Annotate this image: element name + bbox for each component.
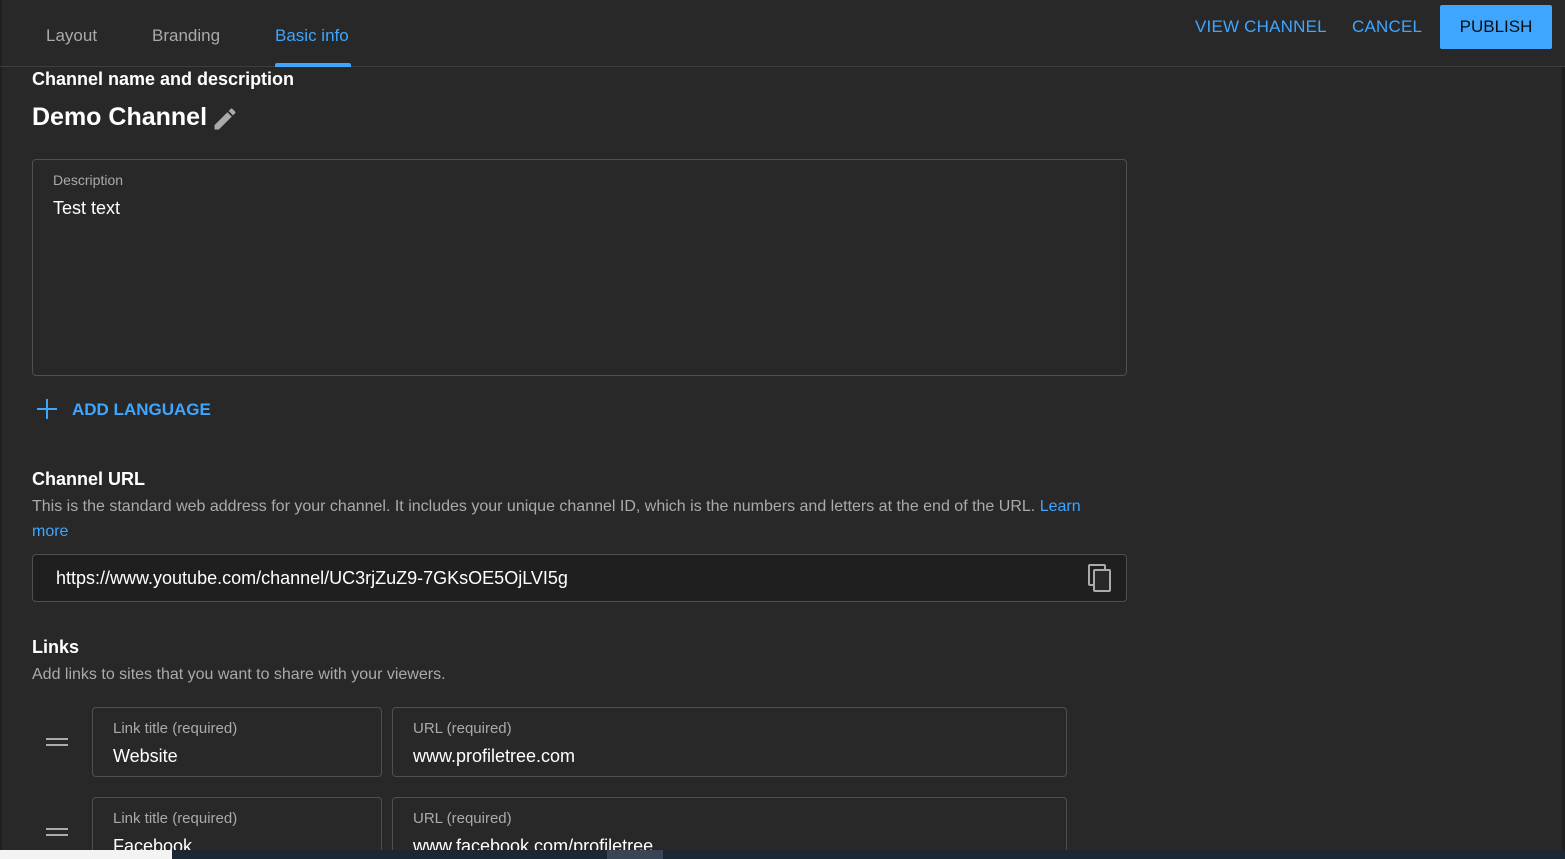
link-title-value[interactable]: Website	[113, 746, 178, 767]
link-title-field[interactable]: Link title (required) Website	[92, 707, 382, 777]
link-title-label: Link title (required)	[113, 810, 238, 827]
add-language-label: ADD LANGUAGE	[72, 400, 211, 419]
os-taskbar	[0, 850, 1565, 859]
description-value[interactable]: Test text	[53, 198, 120, 219]
drag-handle-icon[interactable]	[46, 825, 68, 839]
link-title-label: Link title (required)	[113, 720, 238, 737]
taskbar-search-area	[0, 850, 172, 859]
link-url-value[interactable]: www.profiletree.com	[413, 746, 575, 767]
pencil-icon[interactable]	[211, 105, 239, 133]
tab-layout[interactable]: Layout	[46, 0, 97, 67]
editor-header: Layout Branding Basic info VIEW CHANNEL …	[0, 0, 1565, 67]
tab-branding[interactable]: Branding	[152, 0, 220, 67]
cancel-button[interactable]: CANCEL	[1352, 5, 1422, 49]
link-title-field[interactable]: Link title (required) Facebook	[92, 797, 382, 850]
learn-more-link[interactable]: Learn	[1040, 498, 1081, 515]
channel-url-description: This is the standard web address for you…	[32, 494, 1112, 544]
plus-icon	[36, 398, 58, 420]
active-tab-indicator	[275, 63, 351, 67]
link-url-field[interactable]: URL (required) www.profiletree.com	[392, 707, 1067, 777]
channel-name: Demo Channel	[32, 103, 208, 131]
tab-basic-info[interactable]: Basic info	[275, 0, 349, 67]
channel-url-field[interactable]: https://www.youtube.com/channel/UC3rjZuZ…	[32, 554, 1127, 602]
left-edge	[0, 0, 2, 850]
description-label: Description	[53, 172, 124, 188]
publish-button[interactable]: PUBLISH	[1440, 5, 1552, 49]
view-channel-button[interactable]: VIEW CHANNEL	[1195, 5, 1327, 49]
link-url-label: URL (required)	[413, 810, 512, 827]
name-section-title: Channel name and description	[32, 69, 295, 89]
taskbar-app-item[interactable]	[607, 850, 663, 859]
channel-url-value[interactable]: https://www.youtube.com/channel/UC3rjZuZ…	[56, 568, 568, 589]
link-url-value[interactable]: www.facebook.com/profiletree	[413, 836, 653, 850]
channel-url-text: This is the standard web address for you…	[32, 498, 1036, 515]
learn-more-link-continued[interactable]: more	[32, 523, 68, 540]
description-field[interactable]: Description Test text	[32, 159, 1127, 376]
link-url-field[interactable]: URL (required) www.facebook.com/profilet…	[392, 797, 1067, 850]
link-title-value[interactable]: Facebook	[113, 836, 192, 850]
links-description: Add links to sites that you want to shar…	[32, 666, 446, 683]
drag-handle-icon[interactable]	[46, 735, 68, 749]
channel-url-title: Channel URL	[32, 469, 146, 489]
copy-icon[interactable]	[1086, 563, 1114, 593]
link-url-label: URL (required)	[413, 720, 512, 737]
links-title: Links	[32, 637, 80, 657]
